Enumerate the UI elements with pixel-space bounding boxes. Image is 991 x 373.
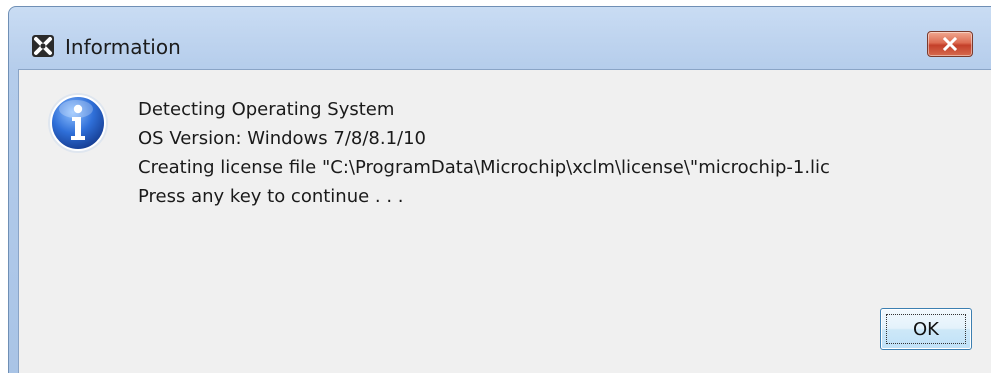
close-button[interactable] bbox=[927, 31, 973, 57]
title-bar[interactable]: Information bbox=[9, 7, 991, 65]
information-dialog: Information Detecting Operating System O… bbox=[8, 6, 991, 373]
ok-button[interactable]: OK bbox=[880, 308, 972, 350]
message-line: Detecting Operating System bbox=[138, 99, 395, 120]
message-text: Detecting Operating System OS Version: W… bbox=[138, 95, 830, 211]
info-icon bbox=[46, 91, 110, 155]
ok-button-label: OK bbox=[913, 318, 939, 340]
dialog-content: Detecting Operating System OS Version: W… bbox=[18, 69, 991, 373]
message-line: Press any key to continue . . . bbox=[138, 186, 404, 207]
message-line: Creating license file "C:\ProgramData\Mi… bbox=[138, 157, 830, 178]
xc-logo-icon bbox=[31, 34, 55, 58]
dialog-title: Information bbox=[65, 35, 181, 59]
message-line: OS Version: Windows 7/8/8.1/10 bbox=[138, 128, 426, 149]
close-icon bbox=[942, 37, 958, 51]
